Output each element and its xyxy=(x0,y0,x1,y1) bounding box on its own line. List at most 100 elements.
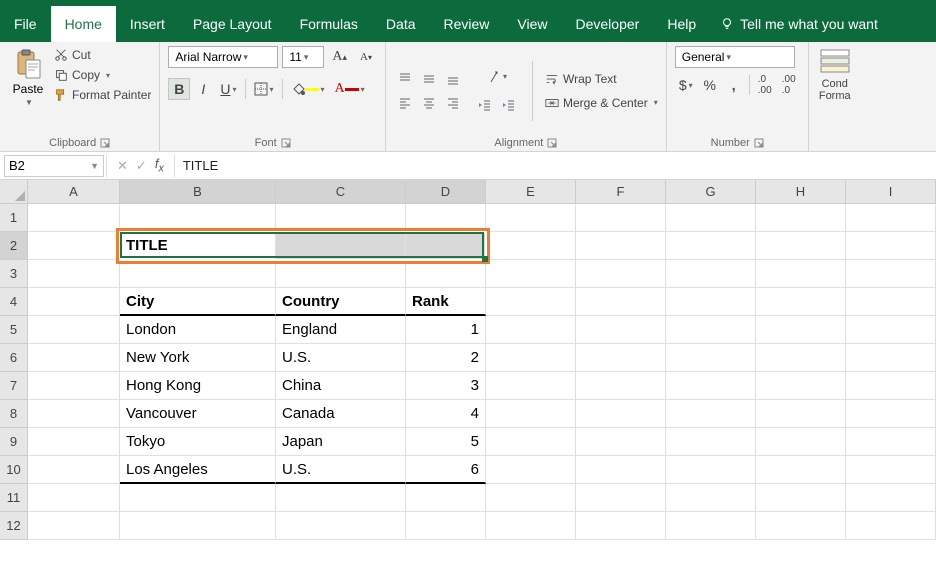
italic-button[interactable]: I xyxy=(192,78,214,100)
cell-E8[interactable] xyxy=(486,400,576,428)
row-header-5[interactable]: 5 xyxy=(0,316,28,344)
cell-G1[interactable] xyxy=(666,204,756,232)
align-top-button[interactable] xyxy=(394,68,416,90)
formula-input[interactable]: TITLE xyxy=(175,158,936,173)
row-header-12[interactable]: 12 xyxy=(0,512,28,540)
accept-formula-button[interactable]: ✓ xyxy=(136,158,147,174)
cell-G2[interactable] xyxy=(666,232,756,260)
decrease-indent-button[interactable] xyxy=(474,94,496,116)
cell-D6[interactable]: 2 xyxy=(406,344,486,372)
align-middle-button[interactable] xyxy=(418,68,440,90)
cell-I9[interactable] xyxy=(846,428,936,456)
align-right-button[interactable] xyxy=(442,92,464,114)
cell-I3[interactable] xyxy=(846,260,936,288)
cell-I11[interactable] xyxy=(846,484,936,512)
cancel-formula-button[interactable]: ✕ xyxy=(117,158,128,174)
col-header-B[interactable]: B xyxy=(120,180,276,204)
cell-A12[interactable] xyxy=(28,512,120,540)
copy-button[interactable]: Copy▾ xyxy=(54,66,151,84)
cell-A2[interactable] xyxy=(28,232,120,260)
font-name-combo[interactable]: Arial Narrow▾ xyxy=(168,46,278,68)
borders-button[interactable]: ▾ xyxy=(250,78,278,100)
cell-G8[interactable] xyxy=(666,400,756,428)
cell-B4[interactable]: City xyxy=(120,288,276,316)
col-header-C[interactable]: C xyxy=(276,180,406,204)
tab-help[interactable]: Help xyxy=(653,6,710,42)
cell-F2[interactable] xyxy=(576,232,666,260)
cell-E5[interactable] xyxy=(486,316,576,344)
tab-data[interactable]: Data xyxy=(372,6,430,42)
cell-F11[interactable] xyxy=(576,484,666,512)
shrink-font-button[interactable]: A▾ xyxy=(355,46,377,68)
cell-H12[interactable] xyxy=(756,512,846,540)
row-header-7[interactable]: 7 xyxy=(0,372,28,400)
col-header-F[interactable]: F xyxy=(576,180,666,204)
cell-G10[interactable] xyxy=(666,456,756,484)
cell-E3[interactable] xyxy=(486,260,576,288)
cell-C12[interactable] xyxy=(276,512,406,540)
cell-C9[interactable]: Japan xyxy=(276,428,406,456)
cell-A8[interactable] xyxy=(28,400,120,428)
cell-I1[interactable] xyxy=(846,204,936,232)
cell-D9[interactable]: 5 xyxy=(406,428,486,456)
cell-F8[interactable] xyxy=(576,400,666,428)
cell-D8[interactable]: 4 xyxy=(406,400,486,428)
percent-button[interactable]: % xyxy=(699,74,721,96)
cell-A3[interactable] xyxy=(28,260,120,288)
dialog-launcher-icon[interactable] xyxy=(100,138,110,148)
cell-H8[interactable] xyxy=(756,400,846,428)
cell-E11[interactable] xyxy=(486,484,576,512)
col-header-E[interactable]: E xyxy=(486,180,576,204)
cell-B3[interactable] xyxy=(120,260,276,288)
cell-F9[interactable] xyxy=(576,428,666,456)
orientation-button[interactable]: ▾ xyxy=(474,66,520,88)
cell-D7[interactable]: 3 xyxy=(406,372,486,400)
cell-B9[interactable]: Tokyo xyxy=(120,428,276,456)
col-header-G[interactable]: G xyxy=(666,180,756,204)
fx-button[interactable]: fx xyxy=(155,156,164,175)
cell-D12[interactable] xyxy=(406,512,486,540)
cell-G6[interactable] xyxy=(666,344,756,372)
accounting-button[interactable]: $▾ xyxy=(675,74,697,96)
increase-indent-button[interactable] xyxy=(498,94,520,116)
cell-I12[interactable] xyxy=(846,512,936,540)
cell-I5[interactable] xyxy=(846,316,936,344)
cell-B11[interactable] xyxy=(120,484,276,512)
col-header-A[interactable]: A xyxy=(28,180,120,204)
cell-G12[interactable] xyxy=(666,512,756,540)
increase-decimal-button[interactable]: .0.00 xyxy=(754,74,776,96)
cell-A9[interactable] xyxy=(28,428,120,456)
cell-H10[interactable] xyxy=(756,456,846,484)
cell-E12[interactable] xyxy=(486,512,576,540)
cell-C5[interactable]: England xyxy=(276,316,406,344)
cell-D2[interactable] xyxy=(406,232,486,260)
row-header-6[interactable]: 6 xyxy=(0,344,28,372)
tab-insert[interactable]: Insert xyxy=(116,6,179,42)
name-box[interactable]: B2▼ xyxy=(4,155,104,177)
row-header-11[interactable]: 11 xyxy=(0,484,28,512)
cell-I6[interactable] xyxy=(846,344,936,372)
cell-E6[interactable] xyxy=(486,344,576,372)
wrap-text-button[interactable]: Wrap Text xyxy=(545,70,658,88)
cell-H4[interactable] xyxy=(756,288,846,316)
dialog-launcher-icon[interactable] xyxy=(547,138,557,148)
col-header-I[interactable]: I xyxy=(846,180,936,204)
align-left-button[interactable] xyxy=(394,92,416,114)
cell-I7[interactable] xyxy=(846,372,936,400)
cell-G3[interactable] xyxy=(666,260,756,288)
cell-A1[interactable] xyxy=(28,204,120,232)
cell-F5[interactable] xyxy=(576,316,666,344)
comma-button[interactable]: , xyxy=(723,74,745,96)
row-header-9[interactable]: 9 xyxy=(0,428,28,456)
cell-F6[interactable] xyxy=(576,344,666,372)
cell-C11[interactable] xyxy=(276,484,406,512)
tab-review[interactable]: Review xyxy=(430,6,504,42)
cell-B2[interactable]: TITLE xyxy=(120,232,276,260)
cell-H3[interactable] xyxy=(756,260,846,288)
cell-B10[interactable]: Los Angeles xyxy=(120,456,276,484)
cell-E2[interactable] xyxy=(486,232,576,260)
cell-A11[interactable] xyxy=(28,484,120,512)
cell-E7[interactable] xyxy=(486,372,576,400)
dialog-launcher-icon[interactable] xyxy=(281,138,291,148)
cell-A6[interactable] xyxy=(28,344,120,372)
